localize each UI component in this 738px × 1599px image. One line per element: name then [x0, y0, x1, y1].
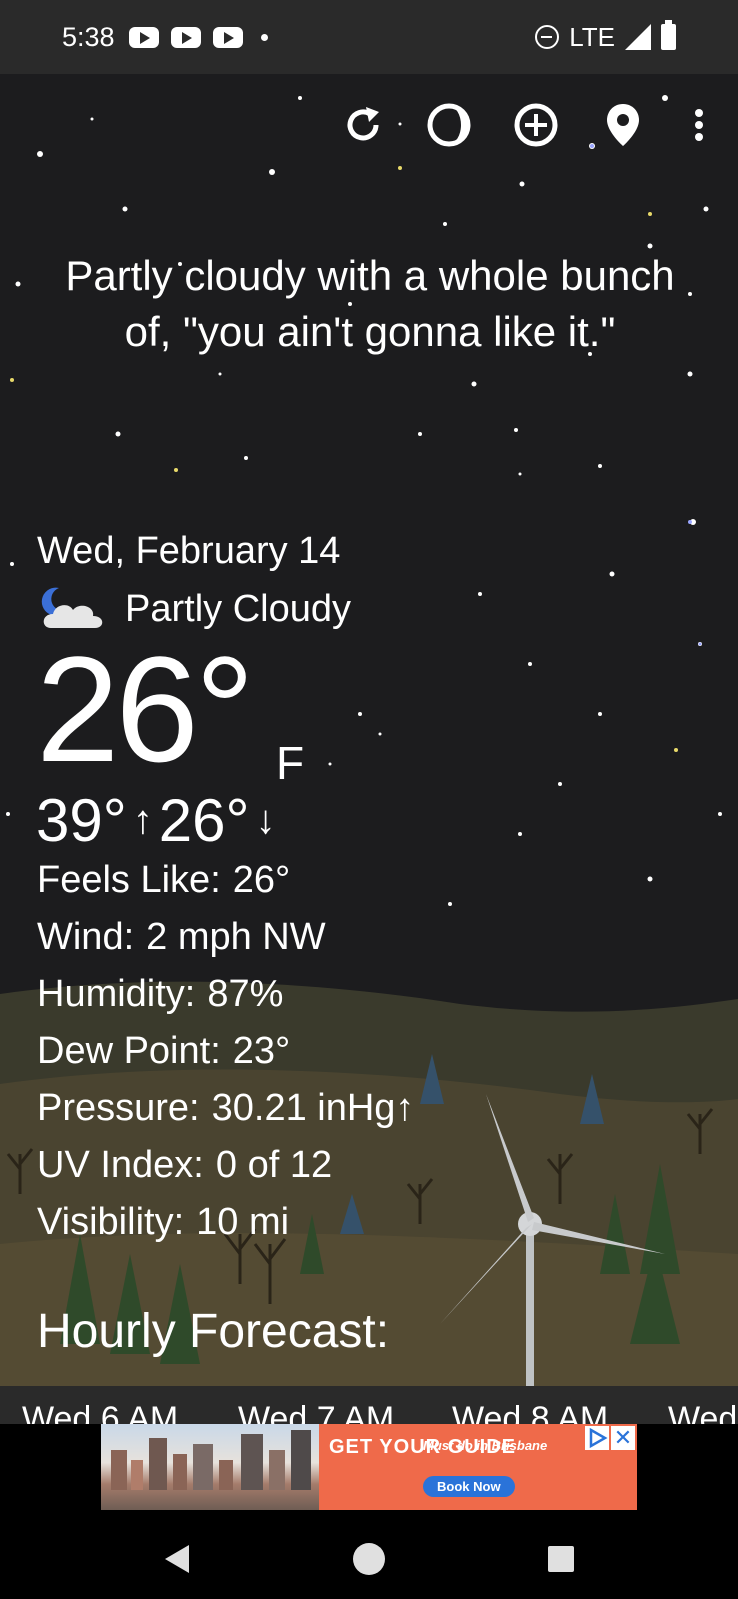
detail-label: UV Index:	[37, 1144, 204, 1186]
detail-dew-point: Dew Point: 23°	[37, 1023, 414, 1080]
high-low-temperature: 39° ↑ 26° ↓	[36, 786, 275, 855]
adchoices-icon[interactable]	[585, 1426, 609, 1450]
high-temperature: 39°	[36, 787, 127, 854]
forecast-date: Wed, February 14	[37, 530, 341, 572]
detail-value: 87%	[207, 973, 284, 1015]
system-nav-bar	[0, 1514, 738, 1599]
arrow-down-icon: ↓	[255, 798, 276, 842]
detail-label: Pressure:	[37, 1087, 200, 1129]
detail-value: 30.21 inHg↑	[211, 1087, 415, 1129]
hourly-item[interactable]: Wed 7 AM	[238, 1400, 394, 1424]
detail-value: 2 mph NW	[146, 916, 326, 958]
detail-uv-index: UV Index: 0 of 12	[37, 1137, 414, 1194]
detail-value: 10 mi	[196, 1201, 290, 1243]
hourly-item[interactable]: Wed 8 AM	[452, 1400, 608, 1424]
status-bar: 5:38 LTE	[0, 0, 738, 74]
refresh-icon[interactable]	[338, 100, 388, 150]
location-pin-icon[interactable]	[598, 100, 648, 150]
hourly-item[interactable]: Wed	[668, 1400, 737, 1424]
weather-headline: Partly cloudy with a whole bunch of, "yo…	[65, 252, 675, 355]
hourly-forecast-title: Hourly Forecast:	[37, 1305, 390, 1358]
youtube-icon	[170, 26, 201, 48]
arrow-up-icon: ↑	[132, 798, 153, 842]
ad-banner-area: GET YOUR GUIDE Must do in Brisbane Book …	[0, 1424, 738, 1514]
ad-book-now-button[interactable]: Book Now	[423, 1476, 515, 1497]
toolbar	[0, 100, 738, 150]
detail-label: Visibility:	[37, 1201, 185, 1243]
ad-close-icon[interactable]: ✕	[611, 1426, 635, 1450]
do-not-disturb-icon	[535, 25, 560, 49]
detail-label: Feels Like:	[37, 859, 221, 901]
detail-pressure: Pressure: 30.21 inHg↑	[37, 1080, 414, 1137]
detail-value: 26°	[232, 859, 291, 901]
hourly-item[interactable]: Wed 6 AM	[22, 1400, 178, 1424]
detail-value: 0 of 12	[215, 1144, 333, 1186]
ad-tagline: Must do in Brisbane	[423, 1438, 548, 1453]
more-notifications-dot	[260, 33, 268, 41]
battery-icon	[661, 20, 676, 50]
back-icon[interactable]	[153, 1534, 203, 1584]
moon-phase-icon[interactable]	[424, 100, 474, 150]
youtube-icon	[212, 26, 243, 48]
current-temperature: 26°	[36, 625, 255, 793]
more-vert-icon[interactable]	[674, 100, 724, 150]
ad-content[interactable]: GET YOUR GUIDE Must do in Brisbane Book …	[319, 1424, 637, 1510]
detail-humidity: Humidity: 87%	[37, 966, 414, 1023]
detail-value: 23°	[232, 1030, 291, 1072]
youtube-icon	[128, 26, 159, 48]
network-type: LTE	[569, 21, 615, 52]
detail-visibility: Visibility: 10 mi	[37, 1194, 414, 1251]
ad-city-image	[101, 1424, 319, 1510]
detail-label: Wind:	[37, 916, 135, 958]
weather-details: Feels Like: 26° Wind: 2 mph NW Humidity: 87…	[37, 852, 414, 1251]
ad-banner[interactable]: GET YOUR GUIDE Must do in Brisbane Book …	[101, 1424, 637, 1510]
detail-feels-like: Feels Like: 26°	[37, 852, 414, 909]
detail-label: Humidity:	[37, 973, 196, 1015]
detail-label: Dew Point:	[37, 1030, 221, 1072]
status-time: 5:38	[62, 21, 115, 52]
status-indicators: LTE	[535, 20, 676, 53]
hourly-forecast-list[interactable]: Wed 6 AM Wed 7 AM Wed 8 AM Wed	[0, 1386, 738, 1424]
weather-screen[interactable]: Partly cloudy with a whole bunch of, "yo…	[0, 74, 738, 1424]
signal-icon	[625, 24, 651, 50]
recents-icon[interactable]	[536, 1534, 586, 1584]
low-temperature: 26°	[158, 787, 250, 854]
home-icon[interactable]	[344, 1534, 394, 1584]
add-location-icon[interactable]	[511, 100, 561, 150]
detail-wind: Wind: 2 mph NW	[37, 909, 414, 966]
temperature-unit: F	[276, 737, 305, 789]
